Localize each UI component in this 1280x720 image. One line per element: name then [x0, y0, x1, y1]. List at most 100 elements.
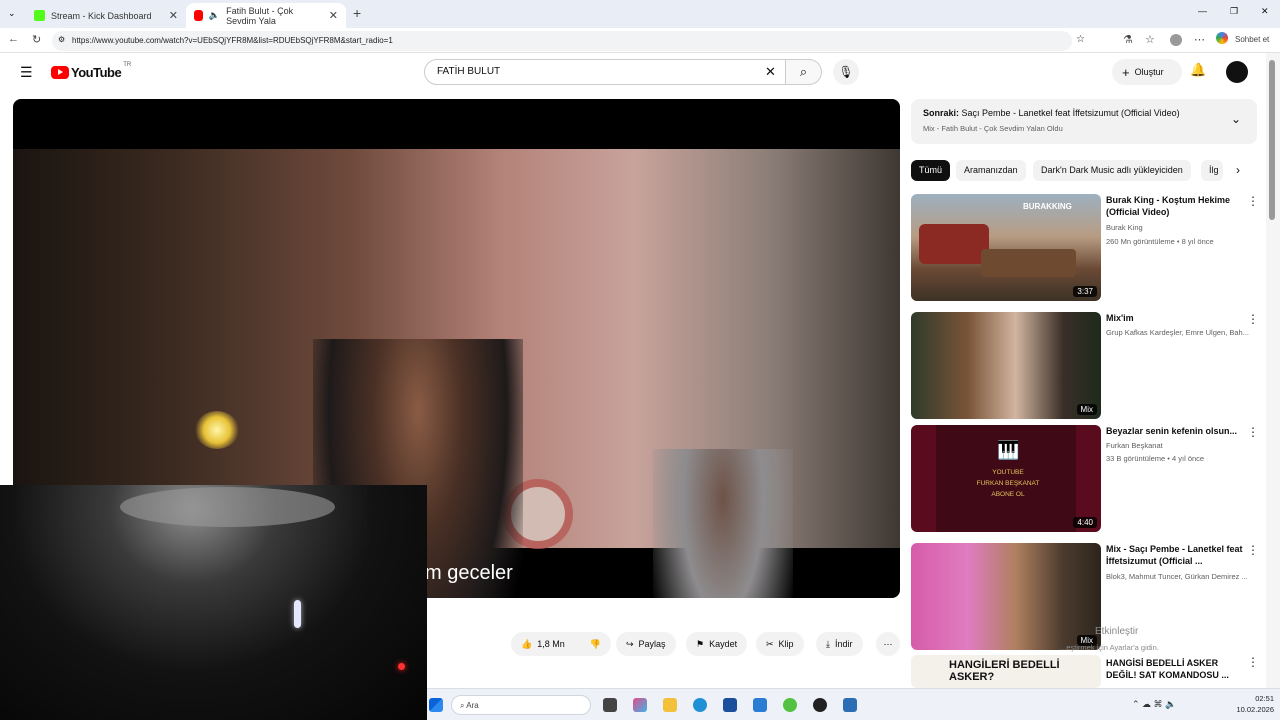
video-thumbnail[interactable]: BURAKKING 3:37 [911, 194, 1101, 301]
close-tab-icon[interactable]: ✕ [169, 9, 178, 22]
clip-button[interactable]: ✂ Klip [756, 632, 804, 656]
youtube-play-logo-icon [51, 66, 69, 79]
tab-kick-dashboard[interactable]: Stream - Kick Dashboard ✕ [26, 3, 186, 28]
like-button[interactable]: 👍 1,8 Mn 👎 [511, 632, 611, 656]
address-bar[interactable]: ⚙ https://www.youtube.com/watch?v=UEbSQj… [52, 31, 1085, 51]
close-window-icon[interactable]: ✕ [1261, 6, 1269, 17]
dislike-icon[interactable]: 👎 [590, 639, 601, 650]
video-title[interactable]: Burak King - Koştum Hekime (Official Vid… [1106, 194, 1244, 218]
share-button[interactable]: ↪ Paylaş [616, 632, 676, 656]
channel-name[interactable]: Burak King [1106, 223, 1251, 232]
video-title[interactable]: HANGİSİ BEDELLİ ASKER DEĞİL! SAT KOMANDO… [1106, 657, 1244, 681]
youtube-favicon-icon [194, 10, 203, 21]
bookmark-star-icon[interactable]: ☆ [1076, 34, 1085, 45]
youtube-logo[interactable]: YouTube TR [51, 62, 131, 80]
chip-from-search[interactable]: Aramanızdan [956, 160, 1026, 181]
hamburger-menu-icon[interactable]: ☰ [20, 64, 33, 81]
kebab-menu-icon[interactable]: ⋮ [1247, 543, 1259, 557]
channel-name[interactable]: Furkan Beşkanat [1106, 441, 1251, 450]
recommendation-item[interactable]: HANGİLERİ BEDELLİ ASKER? HANGİSİ BEDELLİ… [911, 655, 1257, 688]
extensions-icon[interactable]: ⚗ [1123, 33, 1133, 46]
copilot-icon[interactable] [1216, 32, 1228, 44]
chip-all[interactable]: Tümü [911, 160, 951, 181]
video-thumbnail[interactable]: HANGİLERİ BEDELLİ ASKER? [911, 655, 1101, 688]
reload-icon[interactable]: ↻ [32, 33, 41, 46]
search-button[interactable]: ⌕ [786, 59, 822, 85]
video-thumbnail[interactable]: 🎹 YOUTUBE FURKAN BEŞKANAT ABONE OL 4:40 [911, 425, 1101, 532]
recommendation-item[interactable]: BURAKKING 3:37 Burak King - Koştum Hekim… [911, 194, 1259, 301]
profile-avatar[interactable] [1170, 34, 1182, 46]
clock-date[interactable]: 10.02.2026 [1224, 705, 1274, 714]
sohbet-button[interactable]: Sohbet et [1235, 35, 1269, 44]
thumbnail-text: YOUTUBE FURKAN BEŞKANAT ABONE OL [976, 469, 1040, 498]
video-meta: 260 Mn görüntüleme • 8 yıl önce [1106, 237, 1214, 246]
system-tray-icons[interactable]: ⌃ ☁ ⌘ 🔈 [1132, 699, 1176, 710]
download-label: İndir [834, 639, 853, 649]
calculator-icon[interactable] [843, 698, 857, 712]
more-actions-button[interactable]: ⋯ [876, 632, 900, 656]
new-tab-button[interactable]: + [353, 5, 361, 21]
back-icon[interactable]: ← [8, 33, 19, 45]
download-button[interactable]: ⤓ İndir [816, 632, 863, 656]
obs-icon[interactable] [813, 698, 827, 712]
taskbar-search-label: Ara [466, 701, 479, 710]
save-button[interactable]: ⚑ Kaydet [686, 632, 748, 656]
video-title[interactable]: Mix'im [1106, 312, 1244, 324]
tab-list-chevron-icon[interactable]: ⌄ [8, 8, 16, 19]
chips-next-chevron-icon[interactable]: › [1236, 163, 1240, 177]
file-explorer-icon[interactable] [663, 698, 677, 712]
windows-taskbar: ⌕ Ara ⌃ ☁ ⌘ 🔈 02:51 10.02.2026 [427, 688, 1280, 720]
expand-chevron-icon[interactable]: ⌄ [1231, 112, 1241, 126]
channel-name[interactable]: Blok3, Mahmut Tuncer, Gürkan Demirez ... [1106, 572, 1251, 581]
search-input[interactable]: FATİH BULUT ✕ [424, 59, 786, 85]
recommendation-item[interactable]: 🎹 YOUTUBE FURKAN BEŞKANAT ABONE OL 4:40 … [911, 425, 1259, 532]
save-label: Kaydet [709, 639, 738, 649]
task-view-icon[interactable] [603, 698, 617, 712]
kebab-menu-icon[interactable]: ⋮ [1247, 194, 1259, 208]
scrollbar-thumb[interactable] [1269, 60, 1275, 220]
taskbar-search[interactable]: ⌕ Ara [451, 695, 591, 715]
browser-menu-icon[interactable]: ⋯ [1194, 33, 1205, 46]
sofa [981, 249, 1076, 277]
thumbnail-text: HANGİLERİ BEDELLİ ASKER? [949, 659, 1060, 683]
ceiling-light [120, 487, 335, 527]
speaker-icon[interactable]: 🔈 [209, 10, 220, 21]
widgets-icon[interactable] [633, 698, 647, 712]
maximize-icon[interactable]: ❐ [1230, 6, 1238, 17]
playlist-panel[interactable]: Sonraki: Saçı Pembe - Lanetkel feat İffe… [911, 99, 1257, 144]
kebab-menu-icon[interactable]: ⋮ [1247, 312, 1259, 326]
tab-youtube[interactable]: 🔈 Fatih Bulut - Çok Sevdim Yala ✕ [186, 3, 346, 28]
scissors-icon: ✂ [766, 638, 774, 649]
video-title[interactable]: Beyazlar senin kefenin olsun... [1106, 425, 1244, 437]
close-tab-icon[interactable]: ✕ [329, 9, 338, 22]
video-thumbnail[interactable]: Mix [911, 312, 1101, 419]
video-title[interactable]: Mix - Saçı Pembe - Lanetkel feat İffetsi… [1106, 543, 1244, 567]
recommendation-item[interactable]: Mix Mix - Saçı Pembe - Lanetkel feat İff… [911, 543, 1259, 650]
chip-uploader[interactable]: Dark'n Dark Music adlı yükleyiciden [1033, 160, 1191, 181]
outlook-icon[interactable] [753, 698, 767, 712]
video-thumbnail[interactable]: Mix [911, 543, 1101, 650]
clear-search-icon[interactable]: ✕ [765, 64, 776, 80]
recommendation-item[interactable]: Mix Mix'im Grup Kafkas Kardeşler, Emre U… [911, 312, 1259, 419]
voice-search-icon[interactable]: 🎙 [833, 59, 859, 85]
account-avatar[interactable] [1226, 61, 1248, 83]
minimize-icon[interactable]: — [1198, 6, 1207, 16]
search-query: FATİH BULUT [437, 66, 501, 77]
clock-time[interactable]: 02:51 [1234, 694, 1274, 703]
kebab-menu-icon[interactable]: ⋮ [1247, 425, 1259, 439]
edge-icon[interactable] [693, 698, 707, 712]
notifications-bell-icon[interactable]: 🔔 [1190, 62, 1206, 78]
kebab-menu-icon[interactable]: ⋮ [1247, 655, 1257, 669]
create-button[interactable]: + Oluştur [1112, 59, 1182, 85]
duration-badge: 3:37 [1073, 286, 1097, 297]
store-icon[interactable] [723, 698, 737, 712]
channel-name[interactable]: Grup Kafkas Kardeşler, Emre Ulgen, Bah..… [1106, 328, 1251, 337]
taskbar-search-icon: ⌕ [460, 701, 465, 710]
favorites-icon[interactable]: ☆ [1145, 33, 1155, 46]
start-icon[interactable] [429, 698, 443, 712]
red-truck [919, 224, 989, 264]
kick-app-icon[interactable] [783, 698, 797, 712]
thumbnail-text: BURAKKING [1023, 202, 1072, 211]
chip-related[interactable]: İlg [1201, 160, 1223, 181]
site-info-icon[interactable]: ⚙ [58, 35, 65, 44]
